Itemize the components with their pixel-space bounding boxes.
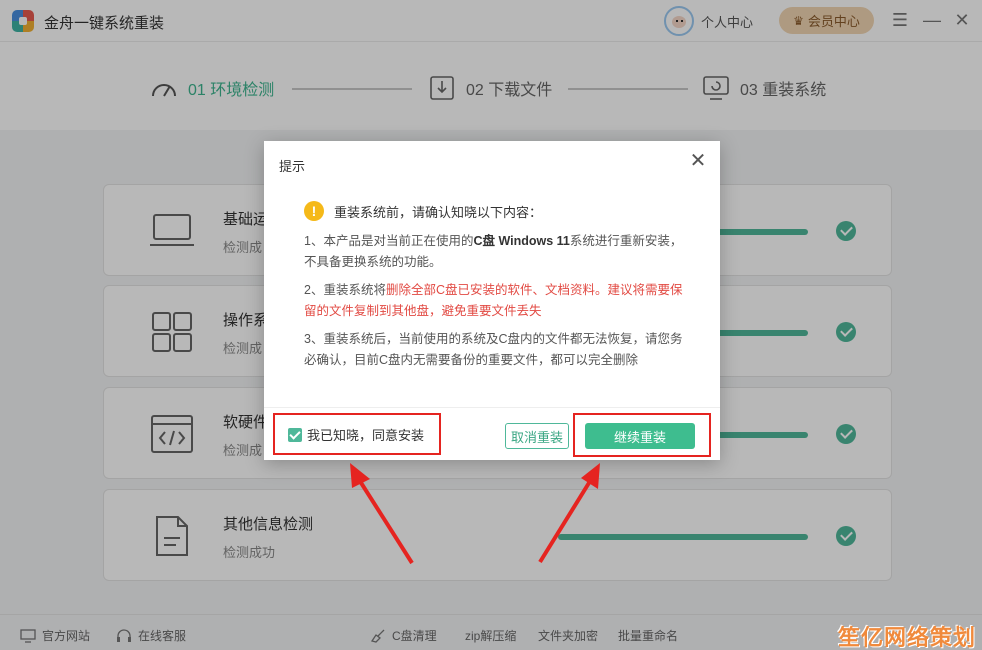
arrow-left-icon [350, 463, 414, 565]
watermark: 笙亿网络策划 [837, 625, 976, 650]
annotation-arrows [350, 463, 600, 565]
arrow-right-icon [538, 463, 600, 564]
